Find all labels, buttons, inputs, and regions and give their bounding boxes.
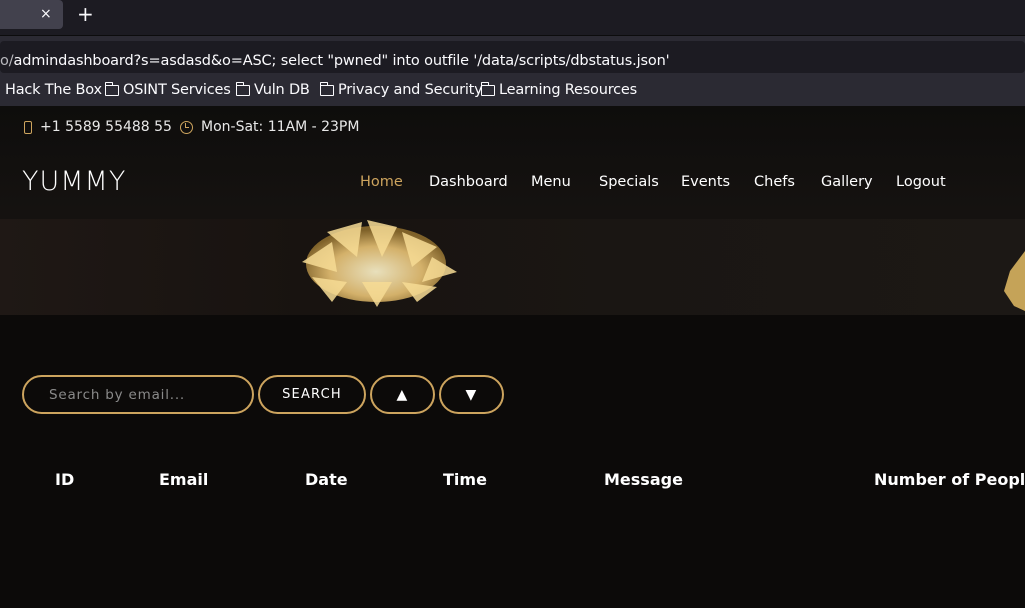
close-tab-icon[interactable]: × xyxy=(40,5,52,23)
nav-home[interactable]: Home xyxy=(360,174,403,190)
nav-dashboard[interactable]: Dashboard xyxy=(429,174,508,190)
search-input[interactable] xyxy=(22,375,254,414)
bookmark-folder-vuln-db[interactable]: Vuln DB xyxy=(235,82,310,98)
hero-section: +1 5589 55488 55 Mon-Sat: 11AM - 23PM YU… xyxy=(0,106,1025,315)
lamp-image xyxy=(302,220,457,307)
column-header-time: Time xyxy=(443,470,487,489)
bookmarks-bar: Hack The Box OSINT Services Vuln DB Priv… xyxy=(0,77,1025,106)
hero-background-image xyxy=(0,219,1025,315)
site-logo[interactable]: YUMMY xyxy=(22,166,126,197)
nav-specials[interactable]: Specials xyxy=(599,174,659,190)
url-field[interactable]: o/admindashboard?s=asdasd&o=ASC; select … xyxy=(0,41,1025,73)
page: +1 5589 55488 55 Mon-Sat: 11AM - 23PM YU… xyxy=(0,106,1025,608)
folder-icon xyxy=(480,82,495,96)
nav-logout[interactable]: Logout xyxy=(896,174,946,190)
bookmark-folder-privacy-and-security[interactable]: Privacy and Security xyxy=(319,82,483,98)
clock-icon xyxy=(180,120,193,134)
folder-icon xyxy=(319,82,334,96)
column-header-email: Email xyxy=(159,470,209,489)
bookmark-folder-osint-services[interactable]: OSINT Services xyxy=(104,82,231,98)
column-header-message: Message xyxy=(604,470,683,489)
bookmark-folder-learning-resources[interactable]: Learning Resources xyxy=(480,82,637,98)
address-bar: o/admindashboard?s=asdasd&o=ASC; select … xyxy=(0,35,1025,77)
column-header-number-of-people: Number of People xyxy=(874,470,1025,489)
sort-ascending-button[interactable]: ▲ xyxy=(370,375,435,414)
folder-icon xyxy=(104,82,119,96)
new-tab-button[interactable]: + xyxy=(77,3,94,25)
search-button[interactable]: SEARCH xyxy=(258,375,366,414)
nav-chefs[interactable]: Chefs xyxy=(754,174,795,190)
bookmark-hack-the-box[interactable]: Hack The Box xyxy=(5,82,102,98)
phone-icon xyxy=(24,120,32,134)
column-header-id: ID xyxy=(55,470,75,489)
nav-menu[interactable]: Menu xyxy=(531,174,571,190)
column-header-date: Date xyxy=(305,470,348,489)
browser-tab-bar: × + xyxy=(0,0,1025,35)
sort-descending-button[interactable]: ▼ xyxy=(439,375,504,414)
contact-phone: +1 5589 55488 55 xyxy=(24,119,172,135)
nav-events[interactable]: Events xyxy=(681,174,730,190)
nav-gallery[interactable]: Gallery xyxy=(821,174,873,190)
browser-tab[interactable]: × xyxy=(0,0,63,29)
opening-hours: Mon-Sat: 11AM - 23PM xyxy=(180,119,359,135)
folder-icon xyxy=(235,82,250,96)
lamp-image xyxy=(1004,251,1025,311)
url-text: o/admindashboard?s=asdasd&o=ASC; select … xyxy=(0,53,670,69)
